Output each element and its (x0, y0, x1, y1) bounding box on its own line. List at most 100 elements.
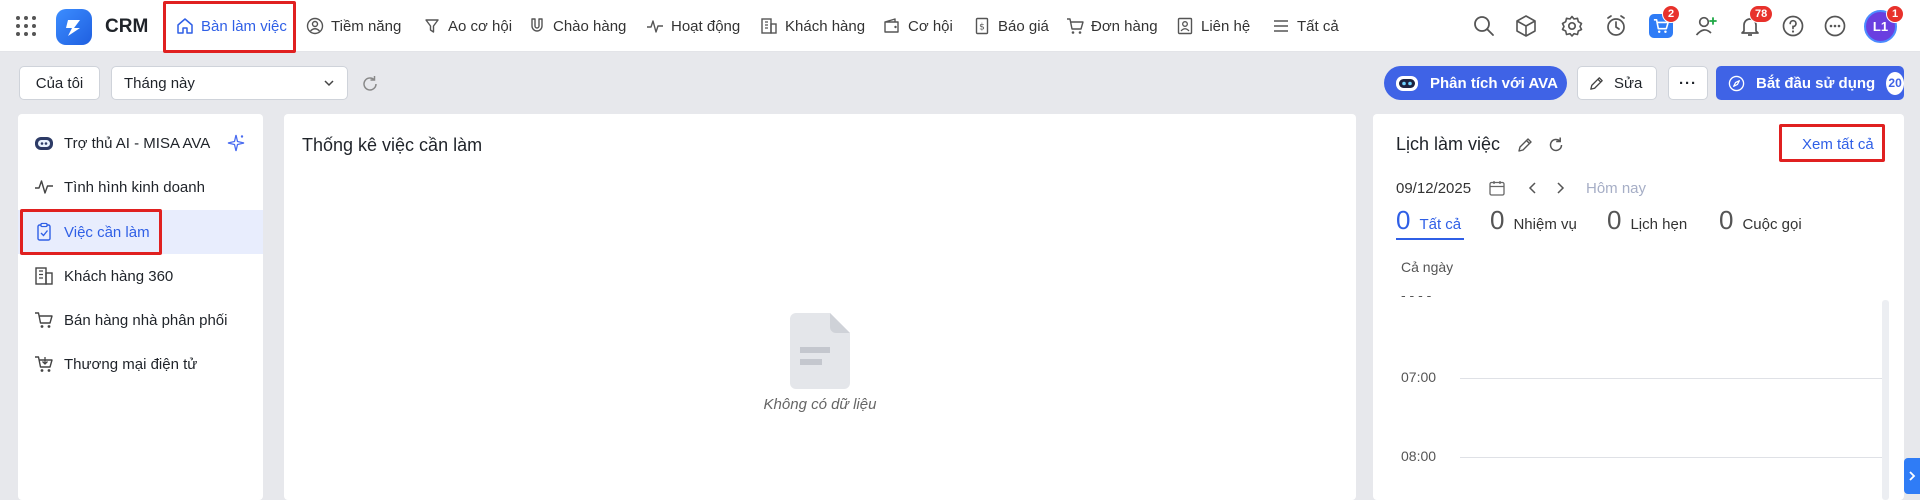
view-all-link[interactable]: Xem tất cả (1802, 136, 1874, 153)
chevron-right-icon[interactable] (1553, 181, 1567, 195)
more-actions-label: ··· (1679, 74, 1697, 92)
analyze-with-ava-button[interactable]: Phân tích với AVA (1384, 66, 1567, 100)
nav-item-chao-hang[interactable]: Chào hàng (528, 0, 626, 52)
today-button[interactable]: Hôm nay (1586, 180, 1646, 197)
calendar-date[interactable]: 09/12/2025 (1396, 180, 1471, 197)
package-icon[interactable] (1513, 13, 1539, 39)
chevron-right-icon (1907, 470, 1917, 482)
more-options-icon[interactable] (1822, 13, 1848, 39)
time-gridline (1460, 457, 1882, 458)
start-label: Bắt đầu sử dụng (1756, 74, 1876, 92)
pulse-icon (34, 177, 54, 197)
nav-item-tiem-nang[interactable]: Tiềm năng (306, 0, 401, 52)
tab-label: Tất cả (1419, 216, 1462, 233)
nav-item-co-hoi[interactable]: Cơ hội (883, 0, 953, 52)
nav-label: Khách hàng (785, 17, 866, 35)
partial-time-label: - - - - (1401, 296, 1431, 303)
person-circle-icon (306, 17, 324, 35)
pencil-icon[interactable] (1516, 136, 1534, 154)
start-using-button[interactable]: Bắt đầu sử dụng 20 (1716, 66, 1904, 100)
gear-icon[interactable] (1559, 13, 1585, 39)
tab-label: Lịch hẹn (1630, 216, 1688, 233)
nav-item-tat-ca[interactable]: Tất cả (1272, 0, 1339, 52)
shopping-cart-button[interactable]: 2 (1648, 5, 1681, 39)
home-icon (176, 17, 194, 35)
search-icon[interactable] (1471, 13, 1497, 39)
tab-label: Nhiệm vụ (1513, 216, 1577, 233)
tab-calls[interactable]: 0 Cuộc gọi (1719, 205, 1802, 236)
all-day-label: Cả ngày (1401, 259, 1454, 275)
edit-label: Sửa (1614, 74, 1643, 92)
avatar-initials: L1 (1872, 19, 1889, 34)
tab-all[interactable]: 0 Tất cả (1396, 205, 1461, 236)
sidebar-item-customer-360[interactable]: Khách hàng 360 (18, 254, 263, 298)
nav-item-ao-co-hoi[interactable]: Ao cơ hội (423, 0, 512, 52)
sidebar-item-label: Trợ thủ AI - MISA AVA (64, 134, 211, 152)
todo-panel-title: Thống kê việc cần làm (302, 135, 483, 155)
app-brand: CRM (105, 16, 149, 37)
help-icon[interactable] (1780, 13, 1806, 39)
nav-label: Tất cả (1297, 17, 1339, 35)
avatar-badge: 1 (1886, 5, 1905, 23)
menu-lines-icon (1272, 17, 1290, 35)
dashboard-sidebar: Trợ thủ AI - MISA AVA Tình hình kinh doa… (18, 114, 263, 500)
svg-text:$: $ (979, 23, 985, 33)
calendar-time-grid[interactable]: - - - - (1396, 296, 1886, 500)
owner-filter-button[interactable]: Của tôi (19, 66, 100, 100)
sidebar-item-business-status[interactable]: Tình hình kinh doanh (18, 165, 263, 209)
time-label: 07:00 (1401, 369, 1437, 385)
nav-item-ban-lam-viec[interactable]: Bàn làm việc (176, 0, 287, 52)
refresh-icon[interactable] (359, 73, 381, 95)
sidebar-item-label: Việc cần làm (64, 223, 150, 241)
active-tab-underline (1396, 238, 1464, 240)
nav-label: Bàn làm việc (201, 17, 287, 35)
nav-label: Cơ hội (908, 17, 953, 35)
nav-item-don-hang[interactable]: Đơn hàng (1066, 0, 1158, 52)
top-navigation-bar: CRM Bàn làm việc Tiềm năng Ao cơ hội Chà… (0, 0, 1920, 53)
expand-side-panel-button[interactable] (1904, 458, 1920, 494)
robot-icon (34, 133, 54, 153)
calendar-scrollbar[interactable] (1882, 300, 1889, 500)
nav-item-khach-hang[interactable]: Khách hàng (760, 0, 865, 52)
app-grid-icon[interactable] (15, 15, 37, 37)
more-actions-button[interactable]: ··· (1668, 66, 1708, 100)
nav-item-lien-he[interactable]: Liên hệ (1176, 0, 1250, 52)
add-user-icon[interactable] (1693, 13, 1719, 39)
analyze-label: Phân tích với AVA (1430, 74, 1558, 92)
misa-logo[interactable] (56, 9, 92, 45)
tab-count: 0 (1396, 205, 1411, 235)
nav-item-bao-gia[interactable]: $ Báo giá (973, 0, 1049, 52)
tab-label: Cuộc gọi (1742, 216, 1802, 233)
notification-count-badge: 78 (1749, 5, 1774, 23)
sidebar-item-todo[interactable]: Việc cần làm (18, 210, 263, 254)
notification-bell-button[interactable]: 78 (1737, 5, 1774, 39)
period-select[interactable]: Tháng này (111, 66, 348, 100)
sidebar-item-distributor-sales[interactable]: Bán hàng nhà phân phối (18, 298, 263, 342)
tab-tasks[interactable]: 0 Nhiệm vụ (1490, 205, 1577, 236)
invoice-icon: $ (973, 17, 991, 35)
nav-label: Liên hệ (1201, 17, 1251, 35)
user-avatar[interactable]: L1 1 (1864, 5, 1905, 43)
magnet-icon (528, 17, 546, 35)
cart-icon (1066, 17, 1084, 35)
pulse-icon (646, 17, 664, 35)
tab-appointments[interactable]: 0 Lịch hẹn (1607, 205, 1687, 236)
time-label: 08:00 (1401, 448, 1437, 464)
tab-count: 0 (1490, 205, 1505, 235)
todo-stats-panel: Thống kê việc cần làm Không có dữ liệu (284, 114, 1356, 500)
edit-button[interactable]: Sửa (1577, 66, 1657, 100)
calendar-icon[interactable] (1488, 179, 1506, 197)
sidebar-item-ecommerce[interactable]: Thương mại điện tử (18, 342, 263, 386)
sidebar-item-ai-assistant[interactable]: Trợ thủ AI - MISA AVA (18, 121, 263, 165)
pencil-icon (1588, 75, 1605, 92)
building-icon (760, 17, 778, 35)
owner-filter-label: Của tôi (35, 74, 84, 92)
calendar-refresh-icon[interactable] (1546, 135, 1566, 155)
chevron-left-icon[interactable] (1526, 181, 1540, 195)
cart-count-badge: 2 (1662, 5, 1681, 23)
wallet-icon (883, 17, 901, 35)
empty-document-icon (790, 313, 850, 389)
nav-label: Đơn hàng (1091, 17, 1158, 35)
nav-item-hoat-dong[interactable]: Hoạt động (646, 0, 740, 52)
alarm-clock-icon[interactable] (1603, 13, 1629, 39)
